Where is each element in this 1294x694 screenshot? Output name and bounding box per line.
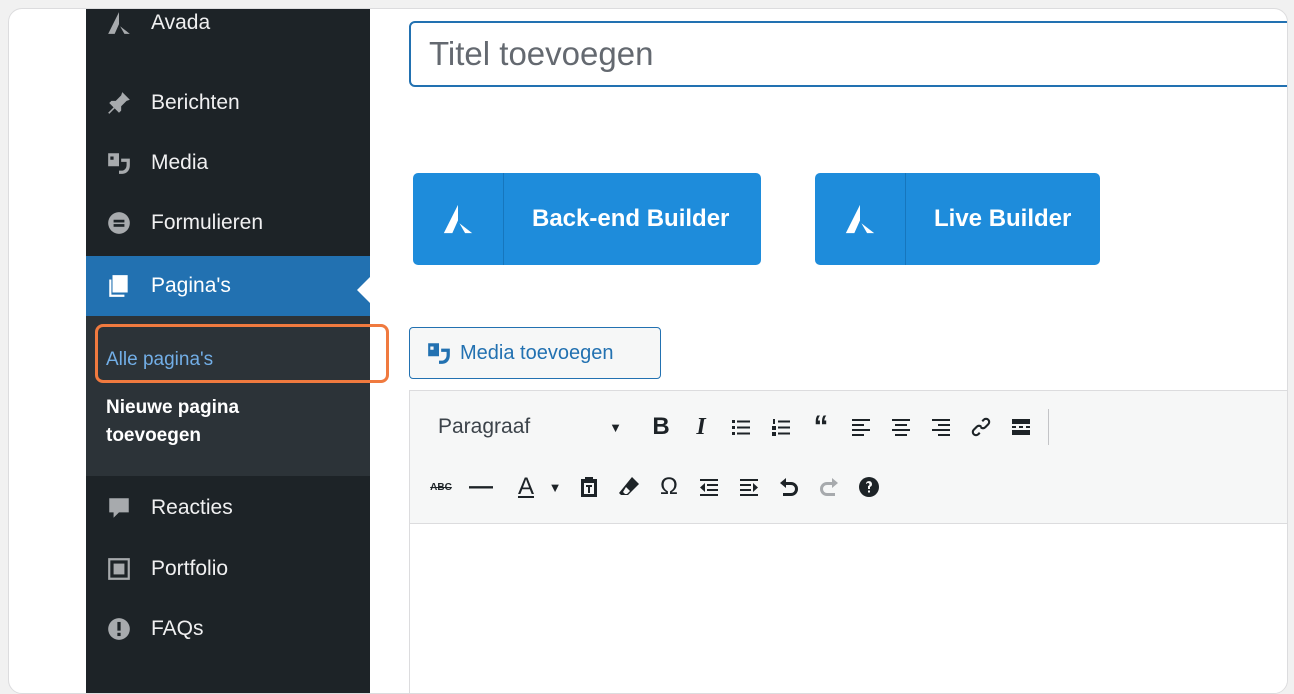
sidebar-item-label: Formulieren (151, 211, 264, 234)
sidebar-item-portfolio[interactable]: Portfolio (86, 539, 370, 599)
outdent-icon[interactable] (694, 468, 724, 506)
avada-icon (103, 9, 135, 39)
redo-icon[interactable] (814, 468, 844, 506)
toolbar-row-1: Paragraaf ▼ B I “ (410, 397, 1287, 457)
strikethrough-icon[interactable]: ABC (426, 468, 456, 506)
undo-icon[interactable] (774, 468, 804, 506)
active-indicator (357, 276, 371, 304)
read-more-icon[interactable] (1006, 408, 1036, 446)
pin-icon (103, 87, 135, 119)
screenshot-frame: Avada Berichten Media Formulieren Pagina (8, 8, 1288, 694)
help-icon[interactable] (854, 468, 884, 506)
sidebar-item-avada[interactable]: Avada (86, 9, 370, 53)
avada-logo-icon (815, 173, 906, 265)
add-media-button[interactable]: Media toevoegen (409, 327, 661, 379)
pages-icon (103, 270, 135, 302)
special-character-icon[interactable]: Ω (654, 468, 684, 506)
align-left-icon[interactable] (846, 408, 876, 446)
add-media-label: Media toevoegen (460, 341, 614, 364)
sidebar-item-paginas[interactable]: Pagina's (86, 256, 371, 316)
avada-logo-icon (413, 173, 504, 265)
format-select[interactable]: Paragraaf ▼ (422, 404, 636, 450)
clear-formatting-icon[interactable] (614, 468, 644, 506)
format-select-value: Paragraaf (438, 415, 531, 438)
sidebar-item-label: Media (151, 151, 209, 174)
submenu-new-page[interactable]: Nieuwe pagina toevoegen (106, 394, 239, 450)
bold-icon[interactable]: B (646, 408, 676, 446)
sidebar-item-label: Pagina's (151, 274, 231, 297)
sidebar-item-reacties[interactable]: Reacties (86, 478, 370, 538)
submenu-new-page-line2: toevoegen (106, 425, 202, 446)
toolbar-row-2: ABC — A ▼ Ω (410, 457, 1287, 517)
media-icon (103, 147, 135, 179)
align-center-icon[interactable] (886, 408, 916, 446)
chevron-down-icon[interactable]: ▼ (546, 468, 564, 506)
align-right-icon[interactable] (926, 408, 956, 446)
comment-icon (103, 492, 135, 524)
live-builder-label: Live Builder (934, 205, 1072, 232)
forms-icon (103, 207, 135, 239)
live-builder-button[interactable]: Live Builder (815, 173, 1100, 265)
caret-down-icon: ▼ (609, 419, 622, 435)
highlight-annotation (95, 324, 389, 383)
faq-icon (103, 613, 135, 645)
editor-toolbar: Paragraaf ▼ B I “ ABC — A ▼ Ω (410, 391, 1287, 524)
title-input[interactable] (409, 21, 1287, 87)
sidebar-item-faqs[interactable]: FAQs (86, 599, 370, 659)
sidebar-item-label: Portfolio (151, 557, 229, 580)
portfolio-icon (103, 553, 135, 585)
media-icon (428, 343, 450, 364)
sidebar-item-label: FAQs (151, 617, 204, 640)
sidebar-item-media[interactable]: Media (86, 133, 370, 193)
classic-editor: Paragraaf ▼ B I “ ABC — A ▼ Ω (409, 390, 1287, 693)
toolbar-separator (1048, 409, 1049, 445)
blockquote-icon[interactable]: “ (806, 408, 836, 446)
sidebar-item-label: Avada (151, 11, 211, 34)
horizontal-line-icon[interactable]: — (466, 468, 496, 506)
sidebar-item-label: Berichten (151, 91, 240, 114)
text-color-icon[interactable]: A (506, 468, 546, 506)
submenu-new-page-line1: Nieuwe pagina (106, 397, 240, 418)
indent-icon[interactable] (734, 468, 764, 506)
link-icon[interactable] (966, 408, 996, 446)
bullet-list-icon[interactable] (726, 408, 756, 446)
italic-icon[interactable]: I (686, 408, 716, 446)
backend-builder-button[interactable]: Back-end Builder (413, 173, 761, 265)
backend-builder-label: Back-end Builder (532, 205, 730, 232)
numbered-list-icon[interactable] (766, 408, 796, 446)
sidebar-item-label: Reacties (151, 496, 233, 519)
sidebar-item-formulieren[interactable]: Formulieren (86, 193, 370, 253)
sidebar-item-berichten[interactable]: Berichten (86, 73, 370, 133)
paste-text-icon[interactable] (574, 468, 604, 506)
